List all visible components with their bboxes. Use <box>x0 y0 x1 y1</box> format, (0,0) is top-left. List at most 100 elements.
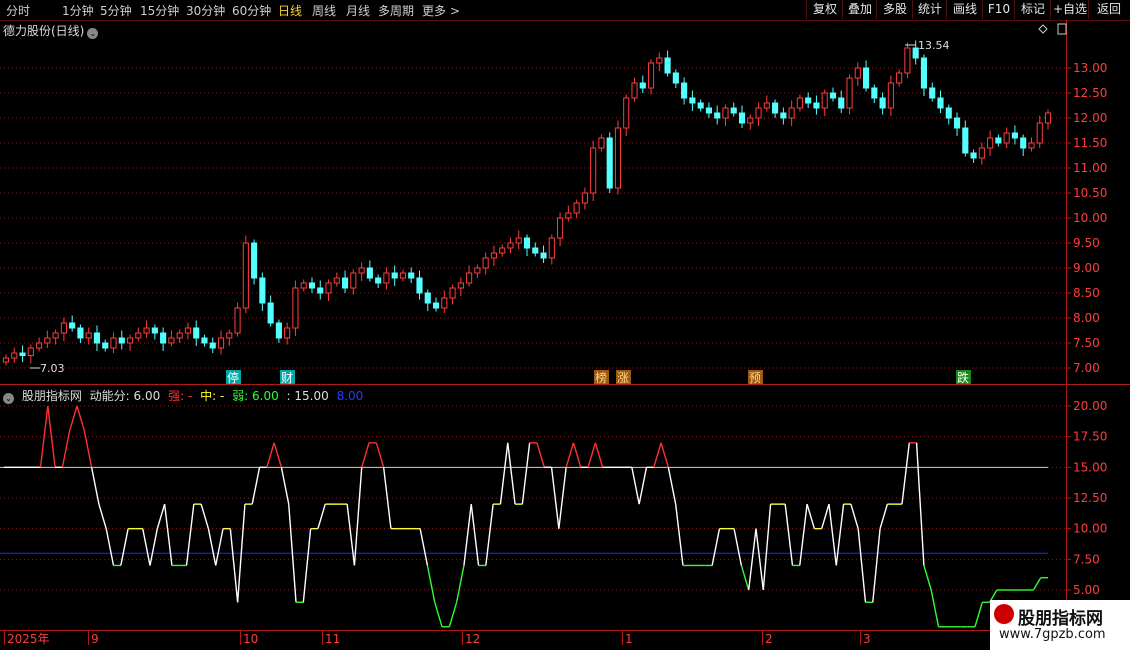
indicator-segment <box>317 503 326 529</box>
indicator-segment <box>200 503 210 529</box>
indicator-segment <box>587 442 597 468</box>
candle-body <box>581 192 588 204</box>
candle-body <box>317 287 324 294</box>
candle-body <box>259 277 266 304</box>
candle-body <box>441 297 448 309</box>
indicator-segment <box>455 565 465 603</box>
indicator-segment <box>901 442 910 505</box>
candle-body <box>466 272 473 284</box>
candle-body <box>350 272 357 289</box>
price-axis-label: 12.50 <box>1073 86 1107 100</box>
indicator-segment <box>499 442 509 505</box>
indicator-segment <box>594 442 604 468</box>
indicator-segment <box>674 504 684 566</box>
chevron-down-icon[interactable]: ⌄ <box>3 393 14 404</box>
indicator-segment <box>667 467 677 505</box>
indicator-axis-label: 10.00 <box>1073 522 1107 536</box>
indicator-segment <box>572 442 582 468</box>
candle-body <box>631 82 638 99</box>
candle-body <box>126 337 134 344</box>
candle-body <box>27 347 34 356</box>
candle-body <box>953 117 961 129</box>
indicator-segment <box>711 528 721 566</box>
indicator-segment <box>923 565 932 591</box>
time-axis-label: 2025年 <box>7 632 50 646</box>
candle-body <box>788 107 795 119</box>
indicator-segment <box>850 503 859 529</box>
candle-body <box>920 57 928 89</box>
candle-body <box>697 102 704 109</box>
indicator-segment <box>828 504 837 566</box>
panel-resize-icon <box>1057 23 1067 35</box>
candle-body <box>647 62 655 89</box>
indicator-segment <box>163 504 173 566</box>
weak-label: 弱: 6.00 <box>232 389 279 403</box>
price-axis-label: 10.50 <box>1073 186 1107 200</box>
chevron-down-icon[interactable]: ⌄ <box>87 28 99 39</box>
candle-body <box>747 117 754 124</box>
candle-body <box>375 277 382 284</box>
indicator-segment <box>207 528 217 566</box>
candle-body <box>432 302 440 309</box>
watermark: 股朋指标网 www.7gpzb.com <box>990 600 1130 650</box>
price-axis-label: 8.00 <box>1073 311 1100 325</box>
price-axis-label: 11.00 <box>1073 161 1107 175</box>
indicator-segment <box>915 442 925 566</box>
candle-body <box>805 97 812 104</box>
candle-body <box>978 147 985 159</box>
price-axis-label: 9.50 <box>1073 236 1100 250</box>
candle-body <box>77 327 84 339</box>
candle-body <box>970 152 977 159</box>
indicator-segment <box>251 467 261 505</box>
indicator-segment <box>485 504 494 566</box>
candle-body <box>995 137 1002 144</box>
indicator-axis-label: 15.00 <box>1073 460 1107 474</box>
watermark-line2: www.7gpzb.com <box>999 627 1106 642</box>
time-axis-label: 3 <box>863 632 871 646</box>
price-axis-label: 12.00 <box>1073 111 1107 125</box>
candle-body <box>457 282 464 289</box>
candle-body <box>1028 142 1035 149</box>
upper-label: : 15.00 <box>286 389 329 403</box>
indicator-segment <box>470 504 480 566</box>
candle-body <box>11 352 18 359</box>
indicator-segment <box>419 528 429 566</box>
event-marker: 涨 <box>617 370 629 385</box>
candle-body <box>366 267 373 279</box>
candle-body <box>176 332 183 339</box>
candle-body <box>424 292 431 304</box>
indicator-segment <box>762 504 772 591</box>
candle-body <box>896 72 903 84</box>
indicator-segment <box>120 528 129 566</box>
candle-body <box>937 97 944 109</box>
indicator-segment <box>156 503 166 529</box>
low-price-label: 7.03 <box>40 362 65 375</box>
candle-body <box>85 332 92 339</box>
stock-title-text: 德力股份(日线) <box>3 24 85 38</box>
time-axis-label: 1 <box>625 632 633 646</box>
indicator-segment <box>835 504 845 566</box>
candle-body <box>614 127 622 189</box>
indicator-segment <box>142 528 151 566</box>
candle-body <box>358 267 365 274</box>
candle-body <box>846 77 853 109</box>
indicator-segment <box>105 528 115 566</box>
indicator-segment <box>755 528 764 591</box>
indicator-axis-label: 12.50 <box>1073 491 1107 505</box>
candle-body <box>656 57 663 64</box>
candle-body <box>151 327 158 334</box>
candle-body <box>408 272 415 279</box>
candle-body <box>987 137 994 149</box>
indicator-axis-label: 7.50 <box>1073 552 1100 566</box>
candle-body <box>209 342 216 349</box>
candle-body <box>193 327 200 339</box>
event-marker: 财 <box>281 371 293 385</box>
candle-body <box>763 102 770 109</box>
indicator-line-group <box>4 405 1048 628</box>
indicator-axis-label: 20.00 <box>1073 399 1107 413</box>
watermark-line1: 股朋指标网 <box>1018 609 1103 629</box>
high-price-label: 13.54 <box>918 39 950 52</box>
chart-canvas[interactable]: 13.00 12.50 12.00 11.50 11.00 10.50 10.00 9.50 9… <box>0 0 1130 650</box>
candle-body <box>590 147 597 194</box>
candle-body <box>1036 122 1043 144</box>
